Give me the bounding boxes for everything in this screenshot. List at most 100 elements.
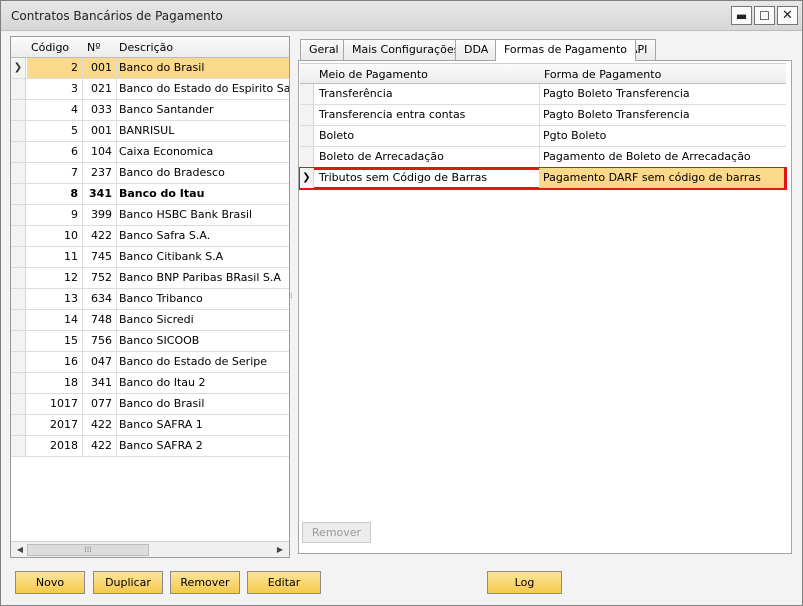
table-row[interactable]: Transferência Pagto Boleto Transferencia	[300, 84, 786, 105]
cell-forma-de-pagamento[interactable]: Pagamento DARF sem código de barras	[540, 168, 784, 188]
cell-forma-de-pagamento[interactable]: Pagto Boleto Transferencia	[540, 105, 784, 125]
duplicate-button[interactable]: Duplicar	[93, 571, 163, 594]
table-row[interactable]: 3021Banco do Estado do Espirito Santo	[11, 79, 289, 100]
maximize-button[interactable]: ☐	[754, 6, 775, 25]
cell-codigo[interactable]: 13	[27, 289, 83, 309]
row-selector-icon[interactable]	[11, 373, 26, 393]
cell-codigo[interactable]: 16	[27, 352, 83, 372]
table-row[interactable]: 14 748 Banco Sicredi	[11, 310, 289, 331]
close-button[interactable]: ✕	[777, 6, 798, 25]
cell-meio-de-pagamento[interactable]: Tributos sem Código de Barras	[316, 168, 540, 188]
cell-descricao[interactable]: Banco Citibank S.A	[117, 247, 289, 267]
table-row[interactable]: ❯ Tributos sem Código de Barras Pagamento …	[299, 167, 787, 190]
cell-numero[interactable]: 001	[83, 121, 117, 141]
row-selector-icon[interactable]	[11, 184, 26, 204]
cell-codigo[interactable]: 6	[27, 142, 83, 162]
log-button[interactable]: Log	[487, 571, 562, 594]
cell-numero[interactable]: 422	[83, 226, 117, 246]
cell-codigo[interactable]: 9	[27, 205, 83, 225]
col-codigo[interactable]: Código	[31, 41, 69, 54]
cell-numero[interactable]: 752	[83, 268, 117, 288]
row-selector-icon[interactable]	[300, 84, 314, 104]
row-selector-icon[interactable]	[11, 268, 26, 288]
cell-descricao[interactable]: Banco do Estado do Espirito Santo	[117, 79, 289, 99]
cell-codigo[interactable]: 10	[27, 226, 83, 246]
col-forma-de-pagamento[interactable]: Forma de Pagamento	[544, 68, 661, 81]
table-row[interactable]: 16 047 Banco do Estado de Seripe	[11, 352, 289, 373]
row-selector-icon[interactable]	[11, 100, 26, 120]
row-selector-icon[interactable]	[11, 79, 26, 99]
row-selector-icon[interactable]	[11, 142, 26, 162]
cell-numero[interactable]: 021	[83, 79, 117, 99]
row-selector-icon[interactable]: ❯	[300, 168, 314, 188]
row-selector-icon[interactable]	[11, 289, 26, 309]
cell-numero[interactable]: 237	[83, 163, 117, 183]
row-selector-icon[interactable]	[300, 105, 314, 125]
table-row[interactable]: 7 237 Banco do Bradesco	[11, 163, 289, 184]
table-row[interactable]: 9 399 Banco HSBC Bank Brasil	[11, 205, 289, 226]
table-row[interactable]: ❯ 2 001 Banco do Brasil	[11, 58, 289, 79]
cell-codigo[interactable]: 2	[27, 58, 83, 78]
row-selector-icon[interactable]	[11, 394, 26, 414]
row-selector-icon[interactable]	[11, 226, 26, 246]
cell-numero[interactable]: 341	[83, 373, 117, 393]
cell-meio-de-pagamento[interactable]: Transferência	[316, 84, 540, 104]
row-selector-icon[interactable]	[300, 147, 314, 167]
cell-codigo[interactable]: 12	[27, 268, 83, 288]
cell-numero[interactable]: 422	[83, 436, 117, 456]
remove-button[interactable]: Remover	[170, 571, 240, 594]
cell-descricao[interactable]: Banco Tribanco	[117, 289, 289, 309]
table-row[interactable]: 6 104 Caixa Economica	[11, 142, 289, 163]
cell-descricao[interactable]: Banco do Bradesco	[117, 163, 289, 183]
tab-dda[interactable]: DDA	[455, 39, 498, 60]
row-selector-icon[interactable]: ❯	[11, 58, 26, 78]
cell-descricao[interactable]: Banco Santander	[117, 100, 289, 120]
tab-geral[interactable]: Geral	[300, 39, 348, 60]
scroll-left-icon[interactable]: ◀	[13, 543, 27, 557]
row-selector-icon[interactable]	[11, 352, 26, 372]
row-selector-icon[interactable]	[11, 415, 26, 435]
cell-numero[interactable]: 399	[83, 205, 117, 225]
cell-numero[interactable]: 748	[83, 310, 117, 330]
cell-numero[interactable]: 077	[83, 394, 117, 414]
cell-codigo[interactable]: 1017	[27, 394, 83, 414]
table-row[interactable]: Transferencia entra contas Pagto Boleto T…	[300, 105, 786, 126]
table-row[interactable]: 11 745 Banco Citibank S.A	[11, 247, 289, 268]
cell-numero[interactable]: 634	[83, 289, 117, 309]
cell-descricao[interactable]: Banco do Brasil	[117, 394, 289, 414]
table-row[interactable]: 2017 422 Banco SAFRA 1	[11, 415, 289, 436]
cell-descricao[interactable]: Caixa Economica	[117, 142, 289, 162]
tab-mais-configuracoes[interactable]: Mais Configurações	[343, 39, 469, 60]
table-row[interactable]: 13 634 Banco Tribanco	[11, 289, 289, 310]
cell-descricao[interactable]: Banco do Estado de Seripe	[117, 352, 289, 372]
table-row[interactable]: 1017 077 Banco do Brasil	[11, 394, 289, 415]
splitter-grip-icon[interactable]: ⁞	[290, 290, 296, 302]
cell-descricao[interactable]: BANRISUL	[117, 121, 289, 141]
cell-codigo[interactable]: 18	[27, 373, 83, 393]
tab-formas-de-pagamento[interactable]: Formas de Pagamento	[495, 39, 637, 61]
cell-codigo[interactable]: 8	[27, 184, 83, 204]
cell-codigo[interactable]: 5	[27, 121, 83, 141]
cell-forma-de-pagamento[interactable]: Pagamento de Boleto de Arrecadação	[540, 147, 784, 167]
cell-codigo[interactable]: 11	[27, 247, 83, 267]
cell-numero[interactable]: 047	[83, 352, 117, 372]
cell-meio-de-pagamento[interactable]: Boleto	[316, 126, 540, 146]
cell-numero[interactable]: 001	[83, 58, 117, 78]
col-numero[interactable]: Nº	[87, 41, 100, 54]
horizontal-scrollbar[interactable]: ◀ ⁞⁞⁞ ▶	[11, 541, 289, 557]
row-selector-icon[interactable]	[11, 310, 26, 330]
cell-descricao[interactable]: Banco do Itau 2	[117, 373, 289, 393]
cell-numero[interactable]: 033	[83, 100, 117, 120]
table-row[interactable]: 4 033 Banco Santander	[11, 100, 289, 121]
row-selector-icon[interactable]	[11, 331, 26, 351]
row-selector-icon[interactable]	[300, 126, 314, 146]
table-row[interactable]: Boleto Pgto Boleto	[300, 126, 786, 147]
table-row[interactable]: Boleto de Arrecadação Pagamento de Boleto…	[300, 147, 786, 168]
cell-numero[interactable]: 422	[83, 415, 117, 435]
cell-codigo[interactable]: 2017	[27, 415, 83, 435]
cell-forma-de-pagamento[interactable]: Pgto Boleto	[540, 126, 784, 146]
cell-codigo[interactable]: 2018	[27, 436, 83, 456]
cell-numero[interactable]: 341	[83, 184, 117, 204]
cell-descricao[interactable]: Banco do Itau	[117, 184, 289, 204]
cell-meio-de-pagamento[interactable]: Transferencia entra contas	[316, 105, 540, 125]
